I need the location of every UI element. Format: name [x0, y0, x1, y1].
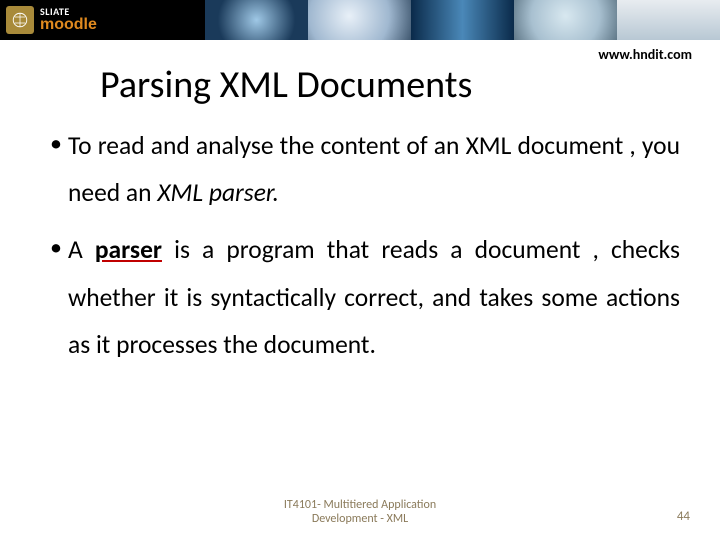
site-url: www.hndit.com — [598, 46, 692, 63]
banner-img-2 — [308, 0, 411, 40]
slide-title: Parsing XML Documents — [100, 62, 720, 108]
bullet-dot-icon: • — [50, 226, 68, 368]
text-segment: A — [68, 234, 95, 265]
footer-course: IT4101- Multitiered Application Developm… — [284, 498, 436, 527]
logo-line-2: moodle — [40, 17, 97, 33]
banner-img-4 — [514, 0, 617, 40]
logo-badge-icon — [6, 6, 34, 34]
slide-body: • To read and analyse the content of an … — [0, 122, 720, 368]
banner-image-strip — [205, 0, 720, 40]
banner-img-5 — [617, 0, 720, 40]
banner-img-3 — [411, 0, 514, 40]
logo-block: SLIATE moodle — [0, 0, 205, 40]
banner-img-1 — [205, 0, 308, 40]
bullet-text: A parser is a program that reads a docum… — [68, 226, 680, 368]
bullet-text: To read and analyse the content of an XM… — [68, 122, 680, 216]
bullet-item: • A parser is a program that reads a doc… — [50, 226, 680, 368]
bullet-item: • To read and analyse the content of an … — [50, 122, 680, 216]
text-strong: parser — [95, 234, 162, 265]
footer-page-number: 44 — [677, 509, 690, 524]
footer-course-line1: IT4101- Multitiered Application — [284, 498, 436, 512]
header-banner: SLIATE moodle — [0, 0, 720, 40]
slide-footer: IT4101- Multitiered Application Developm… — [0, 498, 720, 528]
bullet-dot-icon: • — [50, 122, 68, 216]
slide: SLIATE moodle www.hndit.com Parsing XML … — [0, 0, 720, 540]
text-emphasis: XML parser. — [157, 177, 279, 208]
footer-course-line2: Development - XML — [312, 512, 408, 526]
logo-text: SLIATE moodle — [40, 7, 97, 33]
